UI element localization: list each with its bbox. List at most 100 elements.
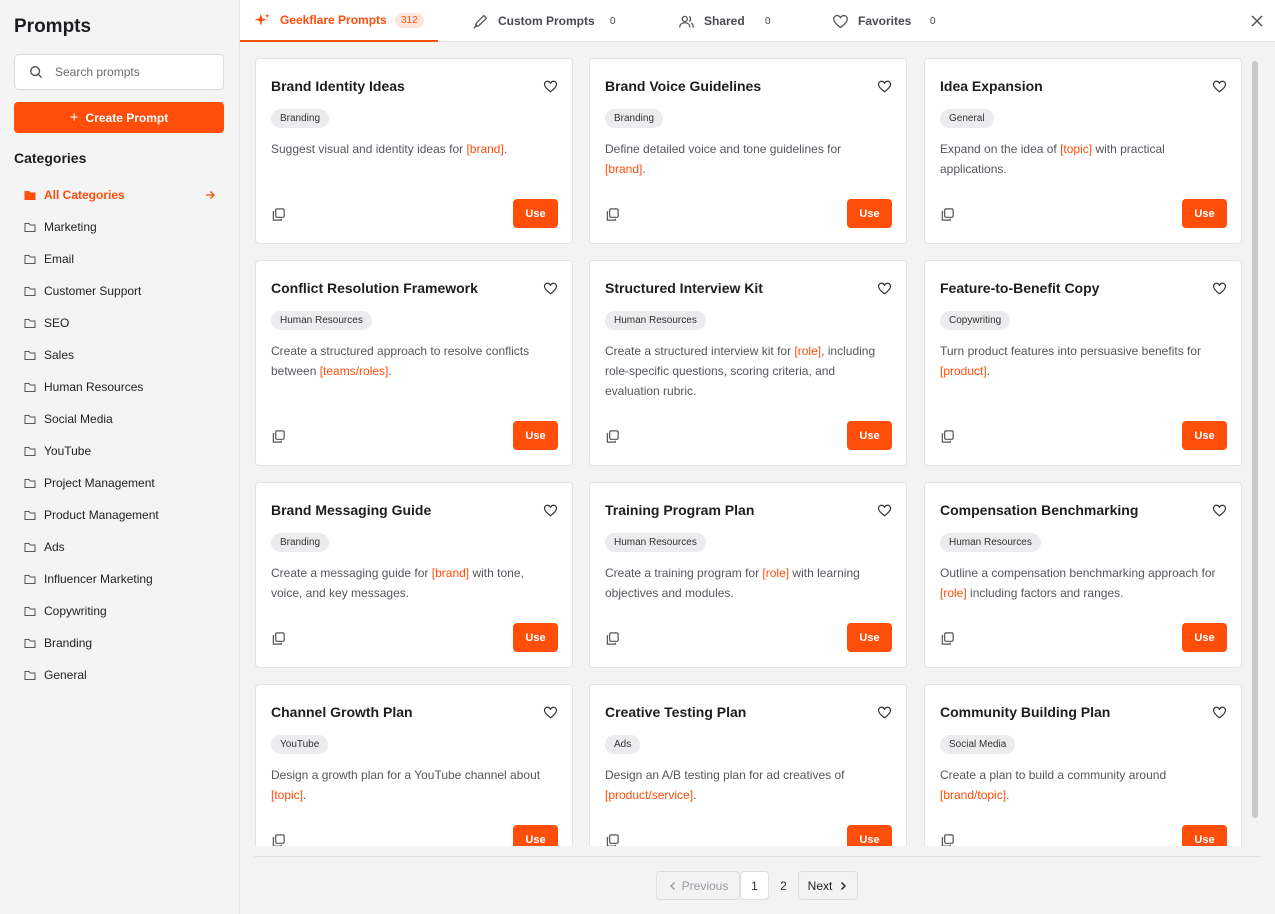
- card-description: Create a messaging guide for [brand] wit…: [271, 563, 551, 603]
- use-button[interactable]: Use: [513, 421, 558, 450]
- copy-icon[interactable]: [271, 429, 286, 444]
- prompt-card[interactable]: Conflict Resolution Framework Human Resou…: [255, 260, 573, 466]
- next-label: Next: [807, 878, 833, 893]
- tab-favorites[interactable]: Favorites 0: [832, 0, 942, 42]
- use-button[interactable]: Use: [847, 199, 892, 228]
- favorite-heart-icon[interactable]: [877, 705, 892, 720]
- favorite-heart-icon[interactable]: [1212, 705, 1227, 720]
- use-button[interactable]: Use: [1182, 199, 1227, 228]
- copy-icon[interactable]: [940, 207, 955, 222]
- category-label: Social Media: [44, 412, 113, 426]
- category-item[interactable]: Human Resources: [14, 371, 226, 403]
- favorite-heart-icon[interactable]: [877, 281, 892, 296]
- prompt-card[interactable]: Feature-to-Benefit Copy Copywriting Turn p…: [924, 260, 1242, 466]
- category-label: Sales: [44, 348, 75, 362]
- category-item[interactable]: Social Media: [14, 403, 226, 435]
- category-label: All Categories: [44, 188, 125, 202]
- copy-icon[interactable]: [271, 207, 286, 222]
- description-text: .: [388, 364, 392, 378]
- use-button[interactable]: Use: [513, 825, 558, 846]
- card-title: Brand Voice Guidelines: [605, 78, 762, 94]
- favorite-heart-icon[interactable]: [877, 503, 892, 518]
- favorite-heart-icon[interactable]: [877, 79, 892, 94]
- copy-icon[interactable]: [605, 631, 620, 646]
- tab-shared[interactable]: Shared 0: [678, 0, 778, 42]
- copy-icon[interactable]: [940, 429, 955, 444]
- tab-geekflare-prompts[interactable]: Geekflare Prompts 312: [240, 0, 438, 42]
- favorite-heart-icon[interactable]: [543, 281, 558, 296]
- description-text: Define detailed voice and tone guideline…: [605, 142, 842, 156]
- category-item[interactable]: All Categories: [14, 179, 226, 211]
- tab-count: 0: [610, 15, 616, 27]
- use-button[interactable]: Use: [1182, 623, 1227, 652]
- favorite-heart-icon[interactable]: [1212, 79, 1227, 94]
- placeholder-variable: [product/service]: [605, 788, 694, 802]
- category-item[interactable]: Customer Support: [14, 275, 226, 307]
- use-button[interactable]: Use: [847, 421, 892, 450]
- category-label: Ads: [44, 540, 65, 554]
- previous-button[interactable]: Previous: [656, 871, 740, 900]
- create-prompt-button[interactable]: + Create Prompt: [14, 102, 224, 133]
- users-icon: [679, 15, 694, 28]
- prompt-card[interactable]: Brand Voice Guidelines Branding Define det…: [589, 58, 907, 244]
- use-button[interactable]: Use: [847, 623, 892, 652]
- favorite-heart-icon[interactable]: [1212, 281, 1227, 296]
- prompt-card[interactable]: Training Program Plan Human Resources Crea…: [589, 482, 907, 668]
- favorite-heart-icon[interactable]: [543, 705, 558, 720]
- folder-icon: [24, 543, 36, 552]
- use-button[interactable]: Use: [1182, 825, 1227, 846]
- category-label: Copywriting: [44, 604, 107, 618]
- favorite-heart-icon[interactable]: [1212, 503, 1227, 518]
- category-item[interactable]: Copywriting: [14, 595, 226, 627]
- prompt-card[interactable]: Brand Identity Ideas Branding Suggest visu…: [255, 58, 573, 244]
- favorite-heart-icon[interactable]: [543, 79, 558, 94]
- folder-icon: [24, 223, 36, 232]
- use-button[interactable]: Use: [513, 623, 558, 652]
- page-2-button[interactable]: 2: [769, 871, 798, 900]
- copy-icon[interactable]: [940, 631, 955, 646]
- prompt-card[interactable]: Creative Testing Plan Ads Design an A/B te…: [589, 684, 907, 846]
- prompt-card[interactable]: Idea Expansion General Expand on the idea …: [924, 58, 1242, 244]
- category-item[interactable]: SEO: [14, 307, 226, 339]
- tab-custom-prompts[interactable]: Custom Prompts 0: [472, 0, 622, 42]
- category-item[interactable]: Sales: [14, 339, 226, 371]
- category-item[interactable]: YouTube: [14, 435, 226, 467]
- search-box[interactable]: [14, 54, 224, 90]
- prompt-card[interactable]: Structured Interview Kit Human Resources C…: [589, 260, 907, 466]
- next-button[interactable]: Next: [798, 871, 858, 900]
- tab-count: 312: [395, 12, 424, 28]
- chevron-left-icon: [669, 881, 675, 890]
- use-button[interactable]: Use: [1182, 421, 1227, 450]
- category-item[interactable]: Ads: [14, 531, 226, 563]
- copy-icon[interactable]: [940, 833, 955, 846]
- prompt-card[interactable]: Compensation Benchmarking Human Resources…: [924, 482, 1242, 668]
- favorite-heart-icon[interactable]: [543, 503, 558, 518]
- use-button[interactable]: Use: [847, 825, 892, 846]
- prompt-card[interactable]: Community Building Plan Social Media Creat…: [924, 684, 1242, 846]
- category-item[interactable]: Branding: [14, 627, 226, 659]
- scrollbar[interactable]: [1252, 61, 1258, 818]
- copy-icon[interactable]: [605, 207, 620, 222]
- category-item[interactable]: Marketing: [14, 211, 226, 243]
- page-1-button[interactable]: 1: [740, 871, 769, 900]
- search-input[interactable]: [55, 65, 215, 79]
- close-icon[interactable]: [1250, 14, 1264, 28]
- use-button[interactable]: Use: [513, 199, 558, 228]
- copy-icon[interactable]: [605, 833, 620, 846]
- category-item[interactable]: Project Management: [14, 467, 226, 499]
- category-item[interactable]: Influencer Marketing: [14, 563, 226, 595]
- copy-icon[interactable]: [271, 631, 286, 646]
- copy-icon[interactable]: [271, 833, 286, 846]
- category-item[interactable]: Product Management: [14, 499, 226, 531]
- copy-icon[interactable]: [605, 429, 620, 444]
- category-item[interactable]: General: [14, 659, 226, 691]
- prompt-card[interactable]: Channel Growth Plan YouTube Design a growt…: [255, 684, 573, 846]
- card-title: Community Building Plan: [940, 704, 1111, 720]
- prompt-card[interactable]: Brand Messaging Guide Branding Create a me…: [255, 482, 573, 668]
- folder-icon: [24, 287, 36, 296]
- category-item[interactable]: Email: [14, 243, 226, 275]
- chevron-right-icon: [841, 881, 847, 890]
- category-tag: Human Resources: [605, 533, 706, 552]
- previous-label: Previous: [681, 878, 729, 893]
- description-text: Design a growth plan for a YouTube chann…: [271, 768, 541, 782]
